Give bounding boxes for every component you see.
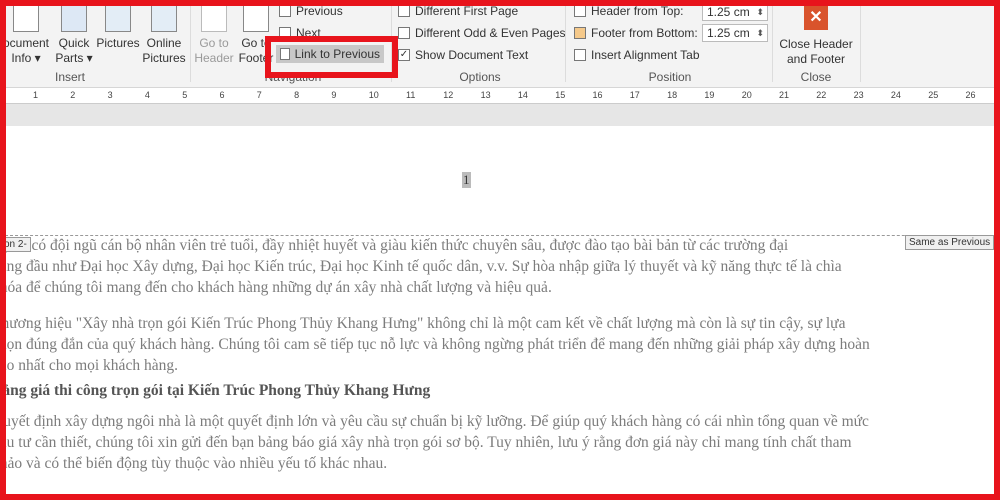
section-heading: Bảng giá thi công trọn gói tại Kiến Trúc… — [0, 382, 431, 399]
header-icon — [201, 4, 227, 32]
ruler-tick: 13 — [480, 90, 491, 100]
ruler-tick: 11 — [406, 90, 416, 100]
section-tag: on 2- — [0, 237, 31, 252]
ruler-tick: 21 — [779, 90, 790, 100]
ruler-tick: 18 — [667, 90, 678, 100]
ruler-tick: 26 — [965, 90, 976, 100]
same-as-previous-tag: Same as Previous — [905, 235, 995, 250]
body-text-line: chọn đúng đắn của quý khách hàng. Chúng … — [0, 336, 870, 353]
pictures-button[interactable]: Pictures — [95, 4, 141, 51]
page-gap — [0, 104, 1000, 126]
body-text-line: hàng đầu như Đại học Xây dựng, Đại học K… — [0, 258, 842, 275]
ruler-tick: 20 — [741, 90, 752, 100]
close-group-label: Close — [800, 70, 832, 84]
ruler-tick: 24 — [890, 90, 901, 100]
body-text-line: Thương hiệu "Xây nhà trọn gói Kiến Trúc … — [0, 315, 846, 332]
page-number[interactable]: 1 — [462, 172, 471, 188]
insert-group-label: Insert — [54, 70, 85, 84]
document-info-icon — [13, 4, 39, 32]
online-pictures-icon — [151, 4, 177, 32]
ruler-tick: 17 — [629, 90, 640, 100]
ruler-tick: 5 — [182, 90, 188, 100]
header-boundary — [0, 235, 1000, 236]
close-header-footer-button[interactable]: ✕ Close Header and Footer — [776, 6, 856, 67]
footer-from-bottom-input[interactable]: 1.25 cm — [702, 24, 768, 42]
quick-parts-button[interactable]: Quick Parts ▾ — [54, 4, 94, 66]
ruler-tick: 16 — [592, 90, 603, 100]
checkmark-icon: ✓ — [398, 49, 410, 61]
online-pictures-button[interactable]: Online Pictures — [142, 4, 186, 66]
ruler-tick: 19 — [704, 90, 715, 100]
document-page[interactable]: 1 Chúng tôi có đội ngũ cán bộ nhân viên … — [0, 126, 1000, 500]
ruler-tick: 9 — [331, 90, 337, 100]
header-position-icon — [574, 5, 586, 17]
ruler-tick: 12 — [443, 90, 454, 100]
ruler-tick: 22 — [816, 90, 827, 100]
options-group-label: Options — [459, 70, 501, 84]
ruler-tick: 4 — [144, 90, 150, 100]
ruler-tick: 15 — [555, 90, 566, 100]
body-text-line: khóa để chúng tôi mang đến cho khách hàn… — [0, 279, 552, 296]
ruler-tick: 3 — [107, 90, 113, 100]
divider — [860, 4, 861, 82]
position-group-label: Position — [648, 70, 692, 84]
header-from-top-input[interactable]: 1.25 cm — [702, 3, 768, 21]
ruler-tick: 10 — [368, 90, 379, 100]
quick-parts-icon — [61, 4, 87, 32]
footer-from-bottom-label: Footer from Bottom: — [574, 26, 698, 40]
different-odd-even-checkbox[interactable]: Different Odd & Even Pages — [398, 26, 566, 40]
footer-position-icon — [574, 27, 586, 39]
horizontal-ruler[interactable]: 1 2 3 4 5 6 7 8 9 10 11 12 13 14 15 16 17 18 19 20 21 22 23 24 2… — [0, 88, 1000, 104]
ruler-tick: 14 — [517, 90, 528, 100]
body-text-line: khảo và có thể biến động tùy thuộc vào n… — [0, 455, 388, 472]
pictures-icon — [105, 4, 131, 32]
show-document-text-checkbox[interactable]: ✓ Show Document Text — [398, 48, 528, 62]
ruler-tick: 6 — [219, 90, 225, 100]
checkbox-icon — [398, 27, 410, 39]
divider — [772, 4, 773, 82]
body-text-line: hảo nhất cho mọi khách hàng. — [0, 357, 178, 374]
alignment-tab-icon — [574, 49, 586, 61]
ribbon: ocument Info ▾ Quick Parts ▾ Pictures On… — [0, 0, 1000, 88]
ruler-tick: 23 — [853, 90, 864, 100]
ruler-tick: 1 — [33, 90, 39, 100]
document-info-button[interactable]: ocument Info ▾ — [0, 4, 52, 66]
close-icon: ✕ — [804, 6, 828, 30]
ruler-tick: 2 — [70, 90, 76, 100]
insert-alignment-tab-button[interactable]: Insert Alignment Tab — [574, 48, 700, 62]
ruler-tick: 25 — [928, 90, 939, 100]
body-text-line: Chúng tôi có đội ngũ cán bộ nhân viên tr… — [0, 237, 789, 254]
checkbox-icon — [398, 5, 410, 17]
previous-button[interactable]: Previous — [279, 4, 343, 18]
body-text-line: Quyết định xây dựng ngôi nhà là một quyế… — [0, 413, 869, 430]
previous-icon — [279, 5, 291, 17]
go-to-header-button[interactable]: Go to Header — [194, 4, 234, 66]
header-from-top-label: Header from Top: — [574, 4, 684, 18]
link-to-previous-highlight — [265, 36, 398, 78]
divider — [190, 4, 191, 82]
ruler-tick: 7 — [256, 90, 262, 100]
body-text-line: đầu tư cần thiết, chúng tôi xin gửi đến … — [0, 434, 852, 451]
footer-icon — [243, 4, 269, 32]
different-first-page-checkbox[interactable]: Different First Page — [398, 4, 518, 18]
divider — [565, 4, 566, 82]
ruler-tick: 8 — [294, 90, 300, 100]
